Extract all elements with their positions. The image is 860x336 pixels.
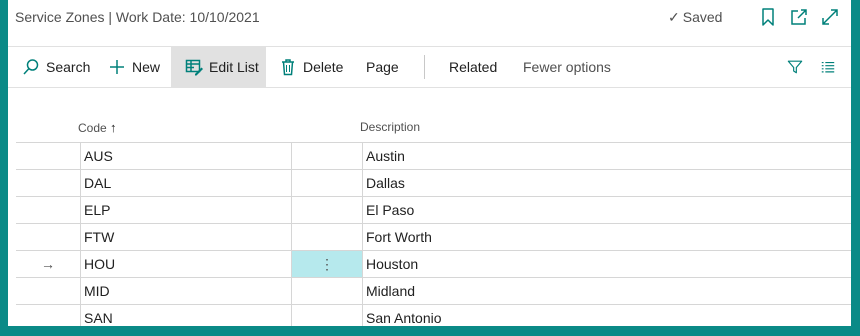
list-view-button[interactable]	[820, 47, 842, 87]
row-menu-cell[interactable]	[291, 170, 362, 196]
delete-label: Delete	[303, 59, 344, 75]
action-bar: Search New Edit List Delete Page Related…	[8, 46, 851, 88]
related-label: Related	[449, 59, 498, 75]
saved-status: ✓ Saved	[668, 9, 722, 26]
saved-label: Saved	[682, 9, 723, 25]
code-cell[interactable]: HOU	[80, 251, 291, 277]
description-cell[interactable]: Fort Worth	[362, 224, 851, 250]
code-cell[interactable]: AUS	[80, 143, 291, 169]
more-vertical-icon[interactable]: ⋮	[291, 251, 362, 277]
service-zones-table: AUS Austin DAL Dallas ELP El Paso FTW Fort Wort…	[16, 142, 851, 326]
code-cell[interactable]: SAN	[80, 305, 291, 326]
description-cell[interactable]: Houston	[362, 251, 851, 277]
new-label: New	[132, 59, 161, 75]
row-menu-cell[interactable]	[291, 197, 362, 223]
row-menu-cell[interactable]	[291, 224, 362, 250]
trash-icon	[282, 59, 294, 76]
title-bar: Service Zones | Work Date: 10/10/2021 ✓ S…	[8, 0, 851, 36]
plus-icon	[110, 60, 124, 74]
description-cell[interactable]: Dallas	[362, 170, 851, 196]
fewer-options-label: Fewer options	[523, 59, 611, 75]
row-selector[interactable]	[16, 170, 80, 196]
related-menu-button[interactable]: Related	[449, 47, 505, 87]
sort-ascending-icon: ↑	[110, 120, 117, 135]
code-cell[interactable]: FTW	[80, 224, 291, 250]
edit-list-icon	[185, 59, 203, 76]
table-row[interactable]: SAN San Antonio	[16, 305, 851, 326]
row-menu-cell[interactable]	[291, 278, 362, 304]
row-selector[interactable]	[16, 197, 80, 223]
description-cell[interactable]: San Antonio	[362, 305, 851, 326]
table-row[interactable]: → HOU ⋮ Houston	[16, 251, 851, 278]
column-header-description[interactable]: Description	[360, 120, 420, 134]
code-cell[interactable]: ELP	[80, 197, 291, 223]
row-selector[interactable]	[16, 224, 80, 250]
row-selector[interactable]	[16, 143, 80, 169]
search-icon	[23, 59, 39, 75]
description-cell[interactable]: Austin	[362, 143, 851, 169]
fewer-options-button[interactable]: Fewer options	[523, 47, 619, 87]
description-cell[interactable]: Midland	[362, 278, 851, 304]
table-row[interactable]: DAL Dallas	[16, 170, 851, 197]
code-cell[interactable]: DAL	[80, 170, 291, 196]
page-menu-button[interactable]: Page	[366, 47, 402, 87]
table-row[interactable]: AUS Austin	[16, 143, 851, 170]
search-button[interactable]: Search	[22, 47, 98, 87]
row-selector[interactable]: →	[16, 251, 80, 277]
open-new-window-icon[interactable]	[789, 7, 809, 27]
page-label: Page	[366, 59, 399, 75]
expand-icon[interactable]	[820, 7, 840, 27]
page-window: Service Zones | Work Date: 10/10/2021 ✓ S…	[8, 0, 851, 326]
code-cell[interactable]: MID	[80, 278, 291, 304]
checkmark-icon: ✓	[668, 9, 680, 25]
column-header-code[interactable]: Code ↑	[78, 120, 117, 135]
code-header-label: Code	[78, 121, 107, 135]
edit-list-button[interactable]: Edit List	[171, 47, 266, 87]
table-row[interactable]: MID Midland	[16, 278, 851, 305]
table-row[interactable]: FTW Fort Worth	[16, 224, 851, 251]
filter-button[interactable]	[787, 47, 809, 87]
toolbar-divider	[424, 55, 425, 79]
list-view-icon	[821, 61, 835, 73]
row-selector[interactable]	[16, 278, 80, 304]
delete-button[interactable]: Delete	[279, 47, 345, 87]
row-menu-cell[interactable]	[291, 305, 362, 326]
new-button[interactable]: New	[108, 47, 164, 87]
search-label: Search	[46, 59, 91, 75]
edit-list-label: Edit List	[209, 59, 259, 75]
bookmark-icon[interactable]	[758, 7, 778, 27]
description-cell[interactable]: El Paso	[362, 197, 851, 223]
table-row[interactable]: ELP El Paso	[16, 197, 851, 224]
row-selector[interactable]	[16, 305, 80, 326]
filter-icon	[787, 60, 803, 74]
page-title: Service Zones | Work Date: 10/10/2021	[15, 9, 260, 25]
row-menu-cell[interactable]	[291, 143, 362, 169]
